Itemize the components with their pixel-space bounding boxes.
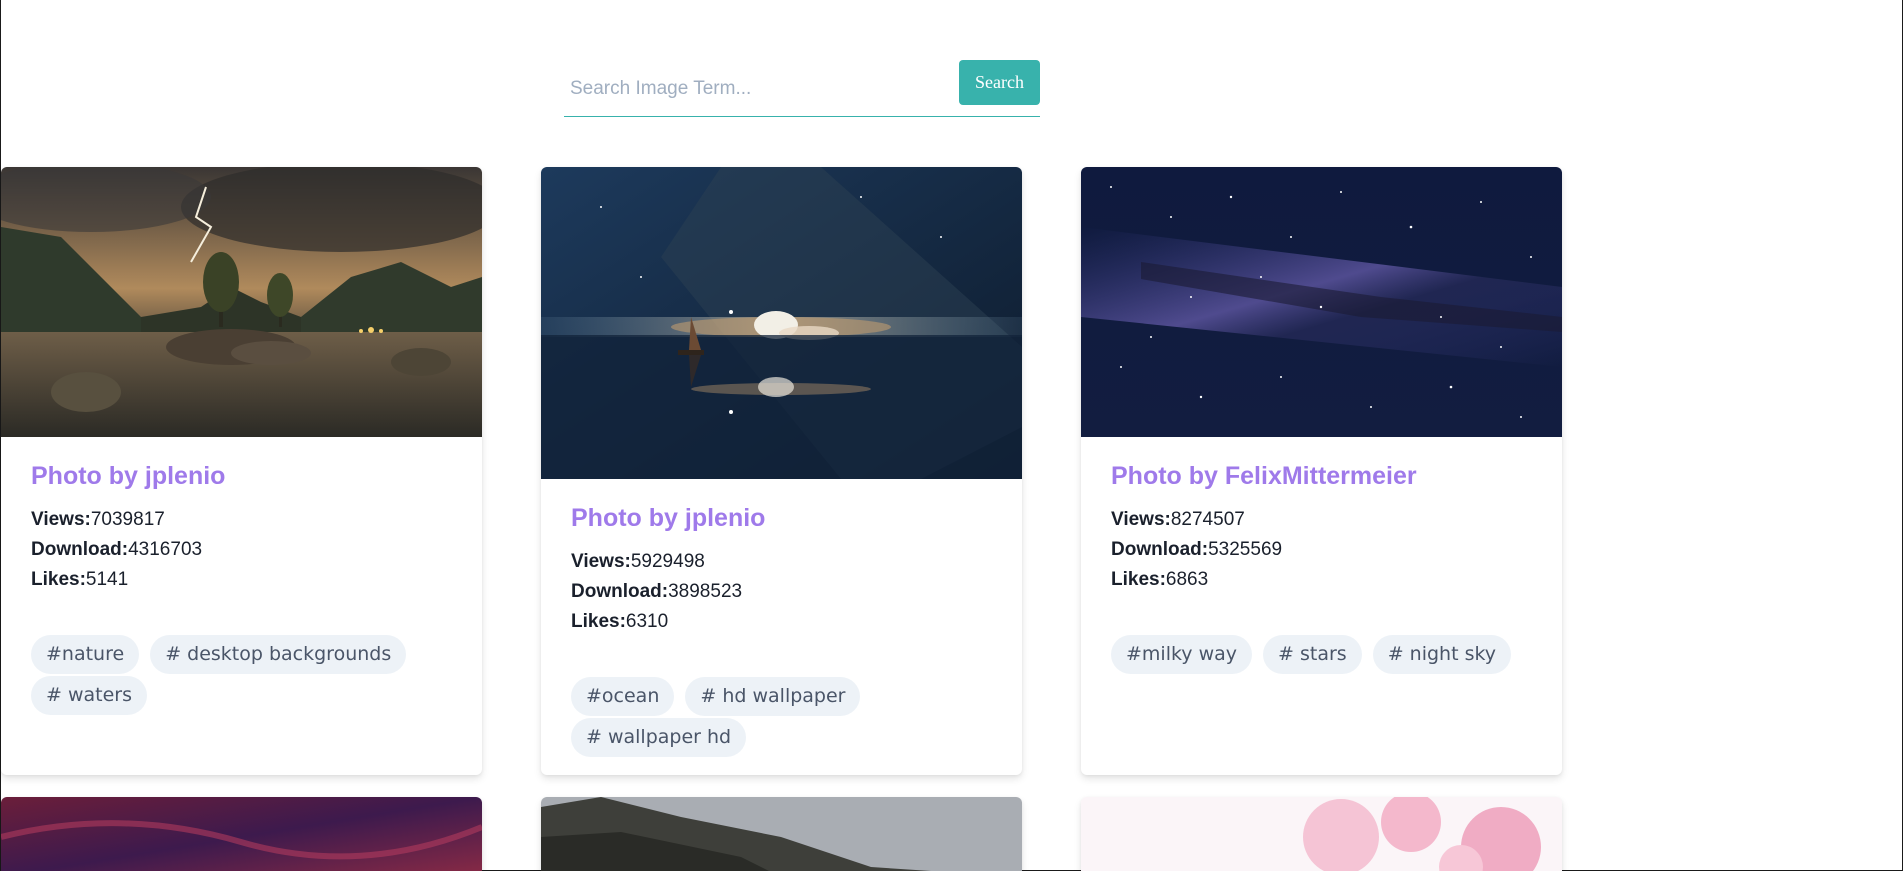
downloads-label: Download:	[31, 539, 129, 560]
downloads-value: 4316703	[128, 539, 203, 560]
tag-list: #nature # desktop backgrounds # waters	[1, 595, 482, 717]
likes-value: 6863	[1165, 569, 1209, 590]
card-image[interactable]	[1, 797, 482, 871]
views-stat: Views:7039817	[31, 505, 452, 535]
views-label: Views:	[571, 551, 631, 572]
image-card: Photo by FelixMittermeier Views:8274507 …	[1081, 167, 1562, 775]
tag[interactable]: #milky way	[1111, 635, 1253, 674]
downloads-stat: Download:3898523	[571, 577, 992, 607]
likes-label: Likes:	[571, 611, 626, 632]
likes-stat: Likes:6863	[1111, 565, 1532, 595]
search-input[interactable]	[570, 70, 950, 108]
views-stat: Views:5929498	[571, 547, 992, 577]
image-card	[1, 797, 482, 871]
image-card: Photo by jplenio Views:7039817 Download:…	[1, 167, 482, 775]
downloads-stat: Download:5325569	[1111, 535, 1532, 565]
image-card: Photo by jplenio Views:5929498 Download:…	[541, 167, 1022, 775]
tag[interactable]: # stars	[1263, 635, 1362, 674]
search-button[interactable]: Search	[959, 60, 1040, 105]
card-image[interactable]	[1081, 167, 1562, 437]
card-image[interactable]	[1081, 797, 1562, 871]
tag[interactable]: # night sky	[1372, 635, 1512, 674]
likes-value: 5141	[85, 569, 129, 590]
views-label: Views:	[1111, 509, 1171, 530]
tag[interactable]: # desktop backgrounds	[150, 635, 407, 674]
downloads-stat: Download:4316703	[31, 535, 452, 565]
card-title: Photo by jplenio	[31, 462, 226, 490]
likes-value: 6310	[625, 611, 669, 632]
tag[interactable]: #ocean	[571, 677, 675, 716]
tag[interactable]: #nature	[31, 635, 140, 674]
tag-list: #milky way # stars # night sky	[1081, 595, 1562, 676]
downloads-value: 5325569	[1208, 539, 1283, 560]
downloads-label: Download:	[1111, 539, 1209, 560]
card-image[interactable]	[541, 167, 1022, 479]
views-value: 5929498	[630, 551, 705, 572]
likes-label: Likes:	[31, 569, 86, 590]
card-title: Photo by jplenio	[571, 504, 766, 532]
likes-stat: Likes:6310	[571, 607, 992, 637]
card-image[interactable]	[1, 167, 482, 437]
search-form: Search	[564, 60, 1040, 117]
image-card	[541, 797, 1022, 871]
card-title: Photo by FelixMittermeier	[1111, 462, 1417, 490]
views-value: 7039817	[90, 509, 165, 530]
views-stat: Views:8274507	[1111, 505, 1532, 535]
tag[interactable]: # hd wallpaper	[685, 677, 861, 716]
downloads-value: 3898523	[668, 581, 743, 602]
tag[interactable]: # wallpaper hd	[571, 718, 747, 757]
tag-list: #ocean # hd wallpaper # wallpaper hd	[541, 637, 1022, 759]
image-card	[1081, 797, 1562, 871]
views-label: Views:	[31, 509, 91, 530]
likes-label: Likes:	[1111, 569, 1166, 590]
likes-stat: Likes:5141	[31, 565, 452, 595]
views-value: 8274507	[1170, 509, 1245, 530]
tag[interactable]: # waters	[31, 676, 147, 715]
card-image[interactable]	[541, 797, 1022, 871]
downloads-label: Download:	[571, 581, 669, 602]
